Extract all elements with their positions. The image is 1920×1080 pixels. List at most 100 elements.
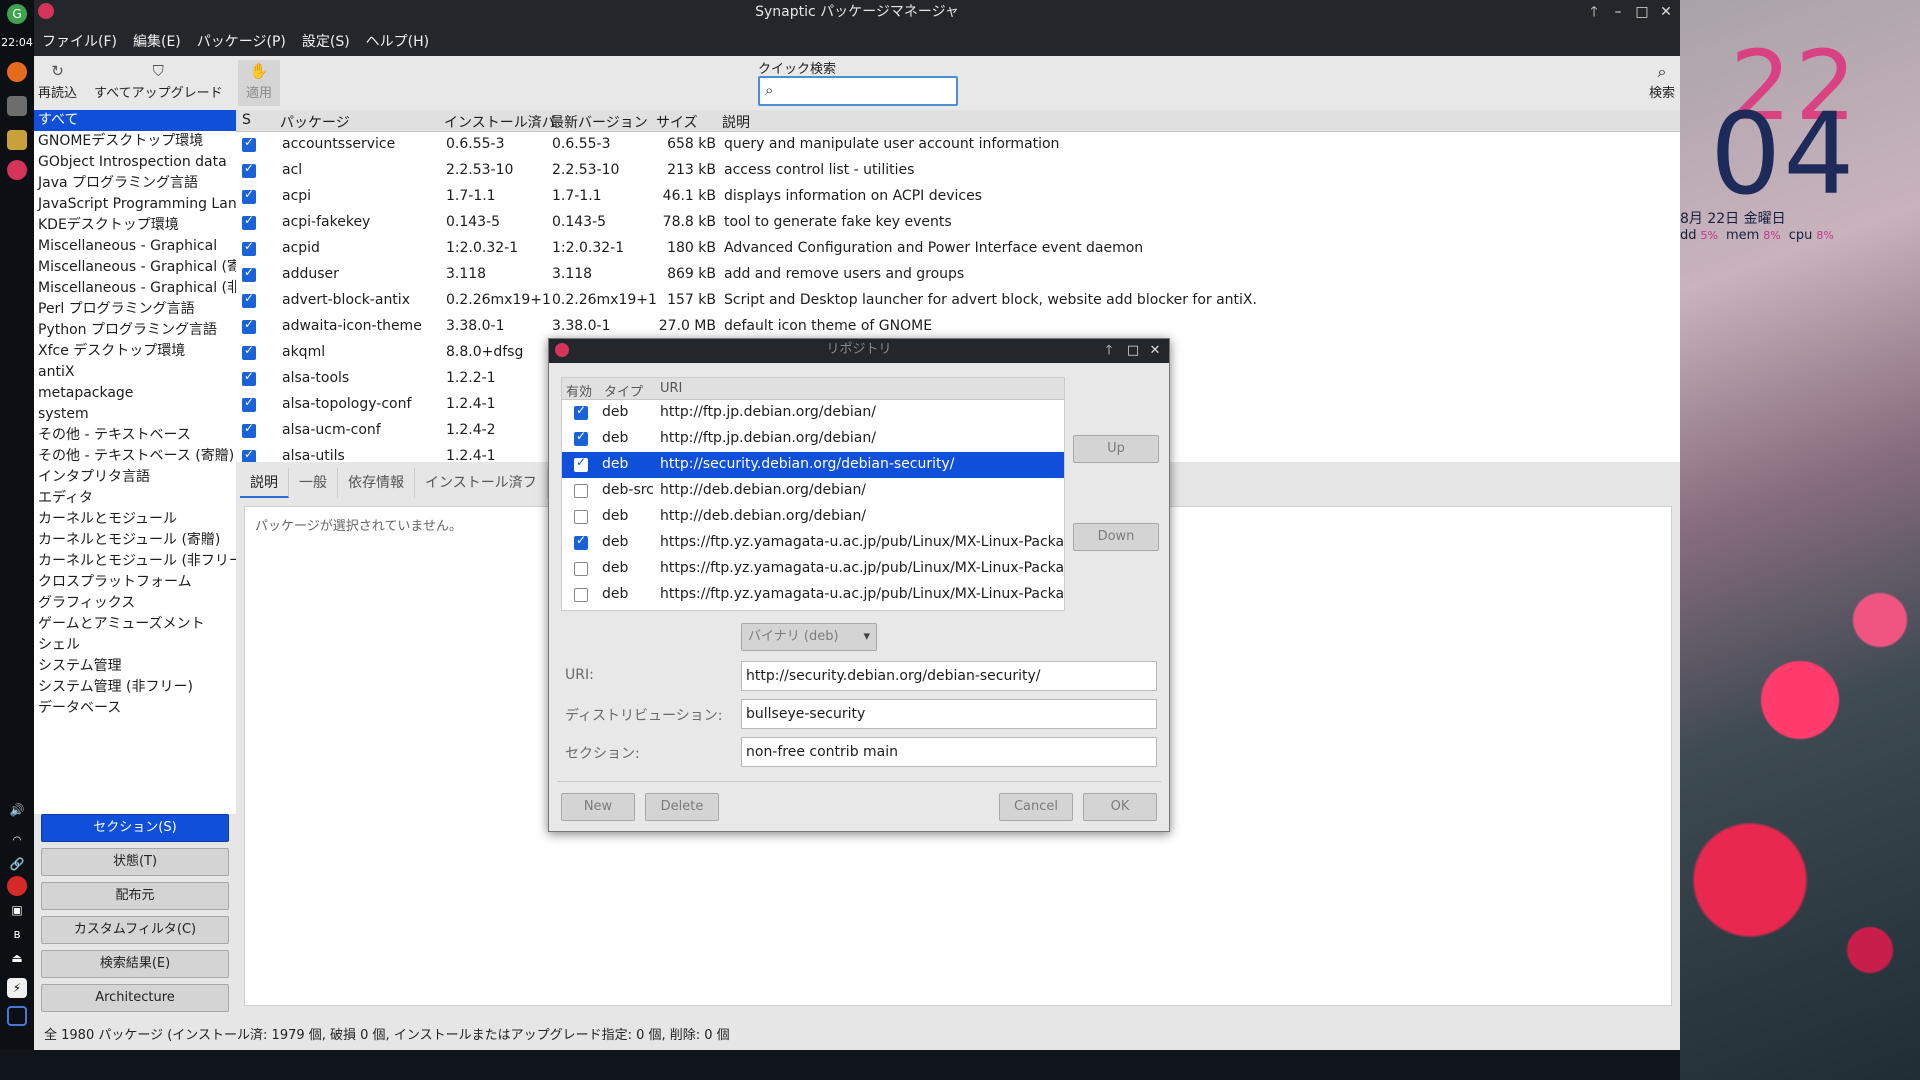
firefox-icon[interactable] xyxy=(7,62,27,82)
installed-checkbox[interactable] xyxy=(242,291,256,308)
package-installer-icon[interactable] xyxy=(7,130,27,150)
volume-icon[interactable]: 🔊 xyxy=(7,800,27,820)
sidebar-item[interactable]: Miscellaneous - Graphical (寄 xyxy=(34,257,236,278)
enabled-checkbox[interactable] xyxy=(574,403,588,420)
network-icon[interactable]: ◠ xyxy=(7,830,27,850)
search-button[interactable]: ⌕ 検索 xyxy=(1644,62,1680,101)
sidebar-item[interactable]: Xfce デスクトップ環境 xyxy=(34,341,236,362)
app-menu-icon[interactable]: G xyxy=(7,4,27,24)
filter-button[interactable]: Architecture xyxy=(41,984,229,1012)
window-maximize-button[interactable]: □ xyxy=(1632,2,1652,22)
sidebar-item[interactable]: antiX xyxy=(34,362,236,383)
menu-file[interactable]: ファイル(F) xyxy=(42,31,117,51)
sidebar-item[interactable]: GNOMEデスクトップ環境 xyxy=(34,131,236,152)
type-select[interactable]: バイナリ (deb) ▾ xyxy=(741,623,877,651)
sidebar-item[interactable]: Miscellaneous - Graphical xyxy=(34,236,236,257)
table-row[interactable]: acpid1:2.0.32-11:2.0.32-1180 kBAdvanced … xyxy=(236,236,1680,262)
sidebar-item[interactable]: システム管理 (非フリー) xyxy=(34,677,236,698)
enabled-checkbox[interactable] xyxy=(574,429,588,446)
col-enabled[interactable]: 有効 xyxy=(566,381,592,400)
enabled-checkbox[interactable] xyxy=(574,510,588,524)
installed-checkbox[interactable] xyxy=(242,317,256,334)
window-minimize-button[interactable]: – xyxy=(1608,2,1628,22)
menu-settings[interactable]: 設定(S) xyxy=(302,31,350,51)
repository-row[interactable]: deb http://ftp.jp.debian.org/debian/ xyxy=(562,400,1064,426)
repository-row[interactable]: deb http://deb.debian.org/debian/ xyxy=(562,504,1064,530)
tab-dependencies[interactable]: 依存情報 xyxy=(338,468,415,498)
menu-package[interactable]: パッケージ(P) xyxy=(197,31,286,51)
sidebar-item[interactable]: Miscellaneous - Graphical (非 xyxy=(34,278,236,299)
bluetooth-icon[interactable]: ʙ xyxy=(7,924,27,944)
tab-general[interactable]: 一般 xyxy=(289,468,338,498)
installed-checkbox[interactable] xyxy=(242,343,256,360)
sidebar-item[interactable]: その他 - テキストベース xyxy=(34,425,236,446)
sidebar-item[interactable]: system xyxy=(34,404,236,425)
enabled-checkbox[interactable] xyxy=(574,455,588,472)
installed-checkbox[interactable] xyxy=(242,213,256,230)
repository-row[interactable]: deb https://ftp.yz.yamagata-u.ac.jp/pub/L… xyxy=(562,556,1064,582)
record-icon[interactable] xyxy=(7,876,27,896)
installed-checkbox[interactable] xyxy=(242,135,256,152)
sidebar-item[interactable]: カーネルとモジュール (寄贈) xyxy=(34,530,236,551)
window-up-icon[interactable]: 🡑 xyxy=(1584,2,1604,22)
table-row[interactable]: adwaita-icon-theme3.38.0-13.38.0-127.0 M… xyxy=(236,314,1680,340)
col-size[interactable]: サイズ xyxy=(656,112,698,132)
sidebar-item[interactable]: Perl プログラミング言語 xyxy=(34,299,236,320)
section-field[interactable]: non-free contrib main xyxy=(741,737,1157,767)
reload-button[interactable]: ↻ 再読込 xyxy=(38,62,77,101)
enabled-checkbox[interactable] xyxy=(574,533,588,550)
sidebar-item[interactable]: GObject Introspection data xyxy=(34,152,236,173)
repository-row[interactable]: deb https://ftp.yz.yamagata-u.ac.jp/pub/L… xyxy=(562,530,1064,556)
filter-button[interactable]: 検索結果(E) xyxy=(41,950,229,978)
sidebar-item[interactable]: カーネルとモジュール (非フリー xyxy=(34,551,236,572)
sidebar-item[interactable]: Java プログラミング言語 xyxy=(34,173,236,194)
apply-button[interactable]: ✋ 適用 xyxy=(238,60,280,106)
dialog-up-icon[interactable]: 🡑 xyxy=(1099,341,1119,361)
col-uri[interactable]: URI xyxy=(660,381,682,396)
eject-icon[interactable]: ⏏ xyxy=(7,948,27,968)
package-icon[interactable]: ▣ xyxy=(7,900,27,920)
table-row[interactable]: acpi 1.7-1.1 1.7-1.1 46.1 kB displays inform… xyxy=(236,184,1680,210)
sidebar-item[interactable]: その他 - テキストベース (寄贈) xyxy=(34,446,236,467)
filter-button[interactable]: 配布元 xyxy=(41,882,229,910)
col-latest[interactable]: 最新バージョン xyxy=(550,112,648,132)
up-button[interactable]: Up xyxy=(1073,435,1159,463)
installed-checkbox[interactable] xyxy=(242,239,256,256)
enabled-checkbox[interactable] xyxy=(574,588,588,602)
sidebar-item[interactable]: データベース xyxy=(34,698,236,719)
dialog-maximize-button[interactable]: □ xyxy=(1123,341,1143,361)
sidebar-item[interactable]: クロスプラットフォーム xyxy=(34,572,236,593)
col-type[interactable]: タイプ xyxy=(604,381,643,400)
battery-icon[interactable]: ⚡ xyxy=(7,978,27,998)
sidebar-item[interactable]: すべて xyxy=(34,110,236,131)
uri-field[interactable]: http://security.debian.org/debian-securi… xyxy=(741,661,1157,691)
installed-checkbox[interactable] xyxy=(242,369,256,386)
tab-description[interactable]: 説明 xyxy=(240,468,289,498)
new-button[interactable]: New xyxy=(561,793,635,821)
clip-icon[interactable]: 🔗 xyxy=(7,854,27,874)
col-package[interactable]: パッケージ xyxy=(280,112,350,132)
installed-checkbox[interactable] xyxy=(242,447,256,462)
sidebar-item[interactable]: KDEデスクトップ環境 xyxy=(34,215,236,236)
table-row[interactable]: accountsservice0.6.55-30.6.55-3658 kBque… xyxy=(236,132,1680,158)
synaptic-icon[interactable] xyxy=(7,160,27,180)
sidebar-item[interactable]: metapackage xyxy=(34,383,236,404)
file-manager-icon[interactable] xyxy=(7,96,27,116)
col-installed[interactable]: インストール済バ xyxy=(444,112,556,132)
table-row[interactable]: acpi-fakekey0.143-50.143-578.8 kBtool to… xyxy=(236,210,1680,236)
sidebar-item[interactable]: システム管理 xyxy=(34,656,236,677)
installed-checkbox[interactable] xyxy=(242,161,256,178)
menu-help[interactable]: ヘルプ(H) xyxy=(366,31,429,51)
down-button[interactable]: Down xyxy=(1073,523,1159,551)
col-description[interactable]: 説明 xyxy=(722,112,750,132)
delete-button[interactable]: Delete xyxy=(645,793,719,821)
cancel-button[interactable]: Cancel xyxy=(999,793,1073,821)
sidebar-item[interactable]: グラフィックス xyxy=(34,593,236,614)
tab-installed-files[interactable]: インストール済フ xyxy=(415,468,548,498)
filter-button[interactable]: 状態(T) xyxy=(41,848,229,876)
sidebar-item[interactable]: Python プログラミング言語 xyxy=(34,320,236,341)
enabled-checkbox[interactable] xyxy=(574,484,588,498)
table-row[interactable]: acl2.2.53-102.2.53-10213 kBaccess contro… xyxy=(236,158,1680,184)
col-status[interactable]: S xyxy=(242,112,251,128)
repository-row[interactable]: deb-src http://deb.debian.org/debian/ xyxy=(562,478,1064,504)
